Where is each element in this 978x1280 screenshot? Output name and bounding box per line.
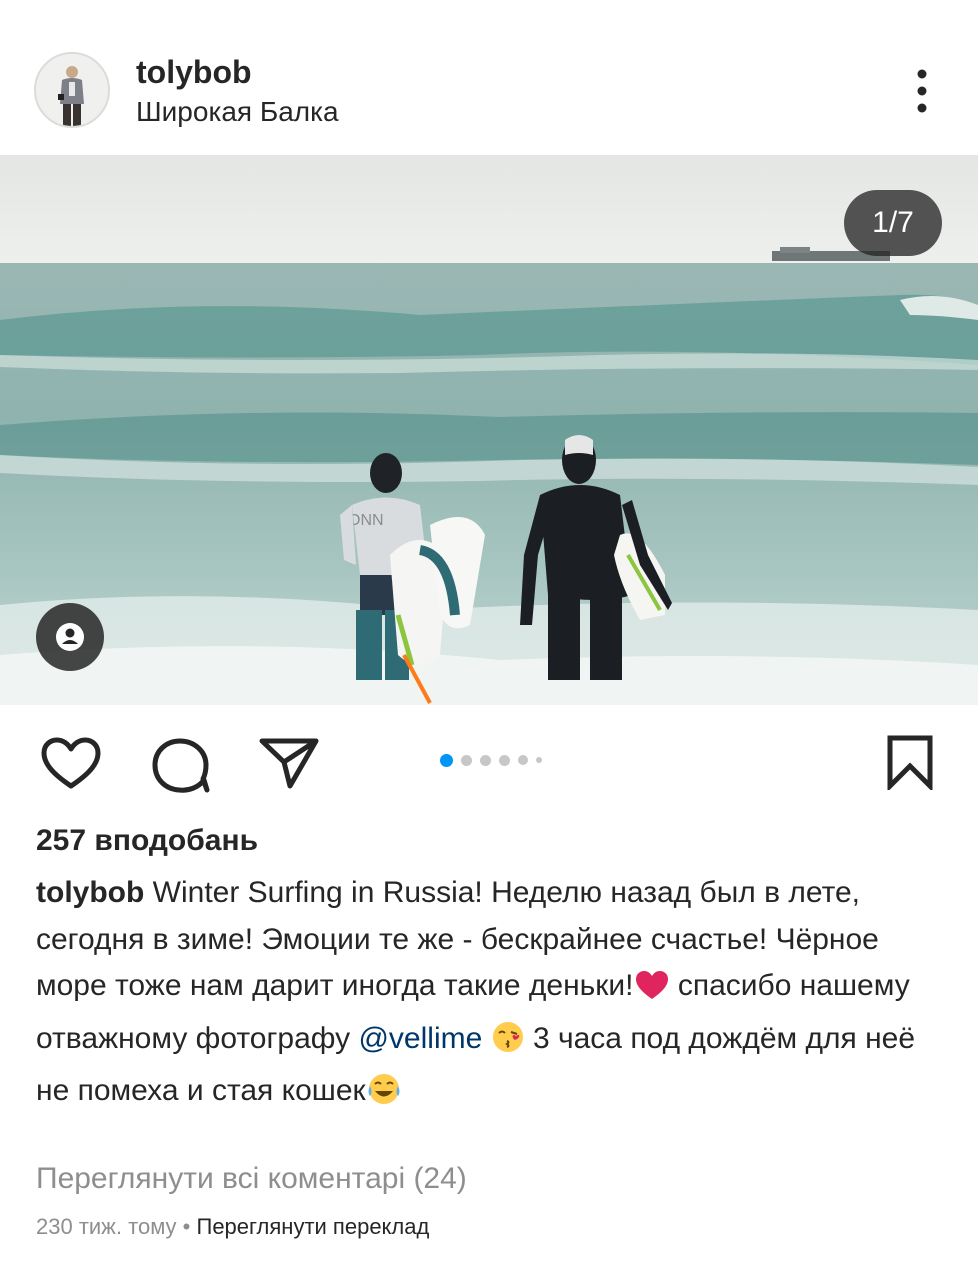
save-button[interactable] bbox=[884, 734, 936, 795]
red-heart-icon bbox=[634, 969, 670, 1016]
post-meta: 230 тиж. тому • Переглянути переклад bbox=[36, 1214, 429, 1240]
see-translation-link[interactable]: Переглянути переклад bbox=[197, 1214, 430, 1239]
caption-username[interactable]: tolybob bbox=[36, 876, 144, 909]
tears-of-joy-icon bbox=[366, 1072, 402, 1121]
caption-mention[interactable]: @vellime bbox=[358, 1022, 482, 1055]
carousel-dot bbox=[461, 754, 472, 766]
post-location[interactable]: Широкая Балка bbox=[136, 96, 339, 128]
carousel-dot-active bbox=[440, 753, 453, 767]
tagged-users-button[interactable] bbox=[36, 603, 104, 671]
carousel-dot bbox=[480, 754, 491, 766]
kissing-face-icon bbox=[491, 1020, 525, 1069]
post-caption: tolybob Winter Surfing in Russia! Неделю… bbox=[36, 870, 936, 1121]
user-tag-icon bbox=[56, 623, 84, 651]
view-all-comments-link[interactable]: Переглянути всі коментарі (24) bbox=[36, 1162, 467, 1196]
image-counter: 1/7 bbox=[844, 190, 942, 256]
carousel-dot bbox=[499, 754, 510, 766]
comment-icon bbox=[152, 738, 210, 793]
comment-button[interactable] bbox=[150, 736, 212, 799]
carousel-dot bbox=[518, 755, 528, 765]
more-vertical-icon bbox=[917, 69, 927, 113]
avatar[interactable] bbox=[34, 52, 110, 128]
post-username[interactable]: tolybob bbox=[136, 54, 252, 91]
post-image: ONN bbox=[0, 155, 978, 705]
bookmark-icon bbox=[887, 735, 933, 793]
more-options-button[interactable] bbox=[900, 66, 944, 116]
post-photo[interactable]: ONN bbox=[0, 155, 978, 705]
carousel-indicator bbox=[440, 753, 542, 767]
like-button[interactable] bbox=[40, 736, 102, 797]
share-button[interactable] bbox=[258, 736, 320, 795]
avatar-photo bbox=[36, 54, 108, 126]
meta-separator: • bbox=[176, 1214, 197, 1239]
likes-count[interactable]: 257 вподобань bbox=[36, 824, 258, 858]
post-time-ago: 230 тиж. тому bbox=[36, 1214, 177, 1239]
carousel-dot bbox=[536, 757, 542, 763]
send-icon bbox=[259, 738, 319, 789]
post-header: tolybob Широкая Балка bbox=[0, 0, 978, 155]
heart-icon bbox=[41, 737, 101, 789]
